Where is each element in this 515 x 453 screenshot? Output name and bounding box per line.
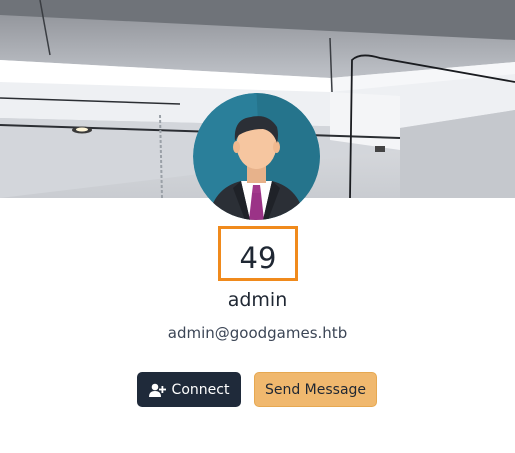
user-plus-icon [148,383,166,397]
post-count: 49 [218,226,298,281]
user-email: admin@goodgames.htb [167,324,348,342]
send-message-label: Send Message [264,381,367,398]
connect-button-label: Connect [171,381,230,398]
username: admin [227,289,288,311]
send-message-button[interactable]: Send Message [254,372,377,407]
connect-button[interactable]: Connect [137,372,241,407]
avatar [193,93,320,220]
